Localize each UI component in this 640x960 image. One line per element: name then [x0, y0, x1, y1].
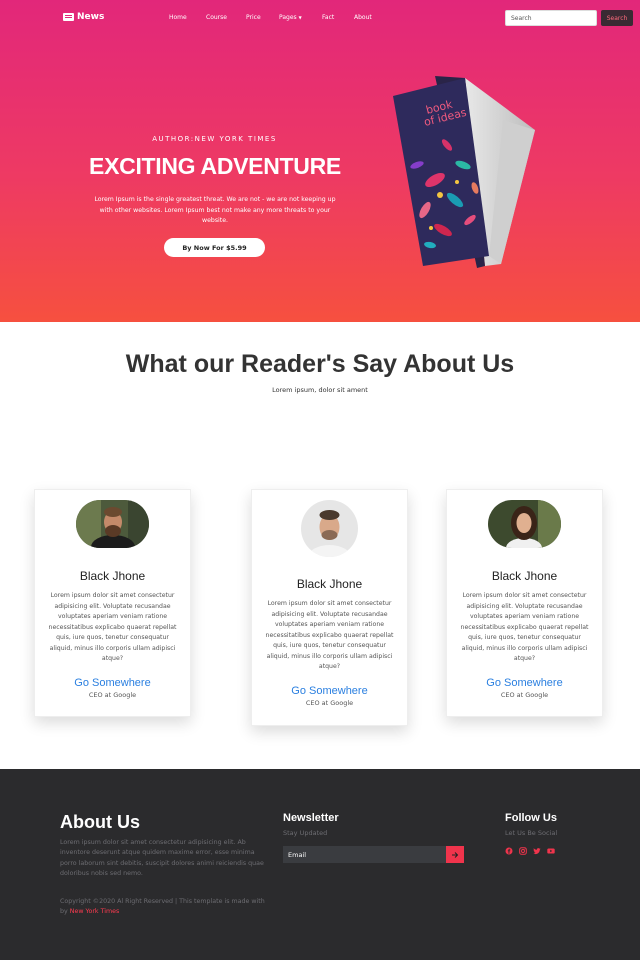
nav-course[interactable]: Course — [206, 14, 227, 21]
hero-title: EXCITING ADVENTURE — [89, 153, 341, 179]
card-text: Lorem ipsum dolor sit amet consectetur a… — [48, 592, 177, 662]
caret-down-icon: ▼ — [298, 15, 302, 20]
nav-fact[interactable]: Fact — [322, 14, 334, 21]
card-text: Lorem ipsum dolor sit amet consectetur a… — [265, 600, 394, 670]
twitter-icon[interactable] — [533, 847, 541, 855]
testimonial-card: Black Jhone Lorem ipsum dolor sit amet c… — [446, 489, 603, 717]
search-input[interactable] — [505, 10, 597, 26]
newspaper-icon — [63, 13, 74, 21]
avatar — [301, 500, 358, 557]
nav-pages-label: Pages — [279, 14, 297, 21]
card-role: CEO at Google — [500, 691, 549, 699]
go-somewhere-link[interactable]: Go Somewhere — [35, 677, 190, 689]
avatar — [76, 500, 149, 548]
card-name: Black Jhone — [491, 569, 558, 583]
nav-pages-dropdown[interactable]: Pages ▼ — [279, 14, 302, 21]
hero-description: Lorem Ipsum is the single greatest threa… — [94, 196, 336, 224]
brand-logo[interactable]: News — [63, 12, 104, 22]
card-role: CEO at Google — [88, 691, 137, 699]
copyright-link[interactable]: New York Times — [70, 908, 120, 915]
footer-about-text: Lorem ipsum dolor sit amet consectetur a… — [60, 839, 264, 878]
go-somewhere-link[interactable]: Go Somewhere — [447, 677, 602, 689]
facebook-icon[interactable] — [505, 847, 513, 855]
footer: About Us Lorem ipsum dolor sit amet cons… — [0, 769, 640, 960]
newsletter-subtitle: Stay Updated — [283, 829, 328, 837]
nav-price[interactable]: Price — [246, 14, 261, 21]
email-input[interactable] — [283, 846, 446, 863]
youtube-icon[interactable] — [547, 847, 555, 855]
search-button[interactable]: Search — [601, 10, 633, 26]
instagram-icon[interactable] — [519, 847, 527, 855]
nav-home[interactable]: Home — [169, 14, 187, 21]
navbar: News Home Course Price Pages ▼ Fact About… — [0, 0, 640, 36]
book-cover-image: book of ideas — [393, 76, 535, 268]
buy-now-button[interactable]: By Now For $5.99 — [164, 238, 265, 257]
card-name: Black Jhone — [79, 569, 146, 583]
arrow-right-icon — [452, 851, 459, 858]
follow-subtitle: Let Us Be Social — [505, 829, 558, 837]
hero-author: AUTHOR:NEW YORK TIMES — [152, 135, 277, 143]
avatar — [488, 500, 561, 548]
card-name: Black Jhone — [296, 577, 363, 591]
follow-title: Follow Us — [505, 812, 557, 824]
social-links — [505, 847, 555, 855]
newsletter-title: Newsletter — [283, 812, 339, 824]
nav-about[interactable]: About — [354, 14, 372, 21]
hero-section: News Home Course Price Pages ▼ Fact About… — [0, 0, 640, 322]
subscribe-button[interactable] — [446, 846, 464, 863]
footer-about-title: About Us — [60, 812, 140, 832]
card-text: Lorem ipsum dolor sit amet consectetur a… — [460, 592, 589, 662]
testimonials-title: What our Reader's Say About Us — [125, 350, 515, 378]
testimonial-card: Black Jhone Lorem ipsum dolor sit amet c… — [251, 489, 408, 726]
testimonial-card: Black Jhone Lorem ipsum dolor sit amet c… — [34, 489, 191, 717]
go-somewhere-link[interactable]: Go Somewhere — [252, 685, 407, 697]
card-role: CEO at Google — [305, 699, 354, 707]
footer-copyright: Copyright ©2020 Al Right Reserved | This… — [60, 897, 270, 918]
testimonials-subtitle: Lorem ipsum, dolor sit ament — [272, 386, 368, 394]
brand-name: News — [77, 12, 105, 22]
